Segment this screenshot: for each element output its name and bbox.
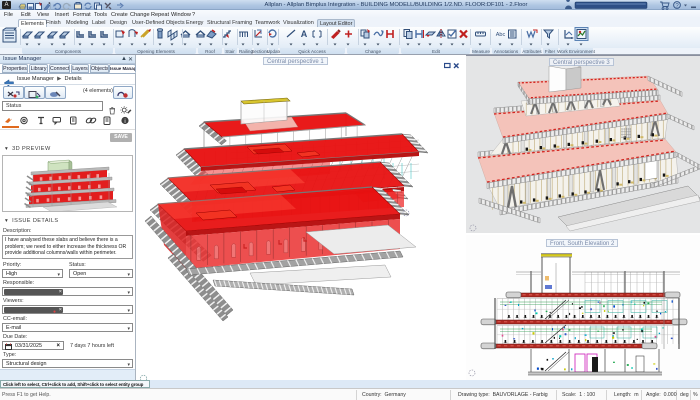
- svg-text:i: i: [124, 119, 125, 125]
- svg-text:Abc: Abc: [496, 32, 506, 38]
- svg-text:A: A: [301, 29, 308, 39]
